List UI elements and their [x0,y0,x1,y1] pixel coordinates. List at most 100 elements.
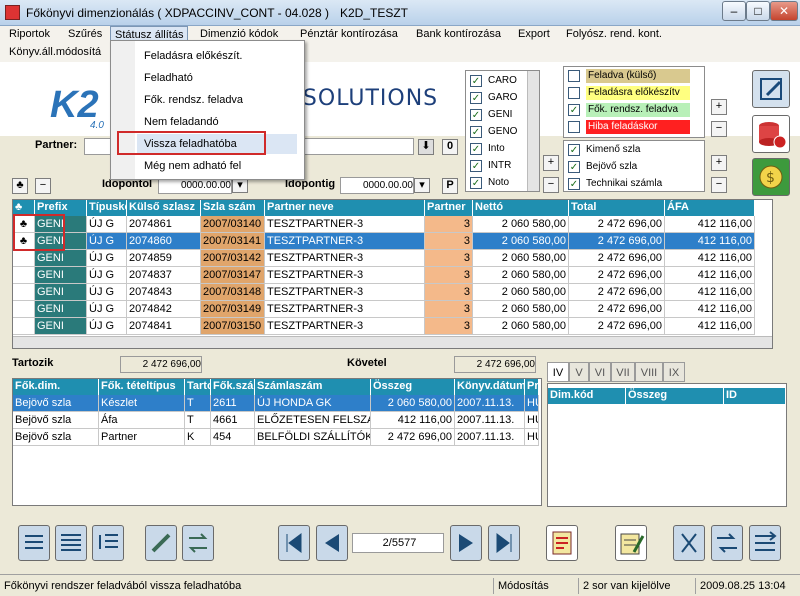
column-header[interactable]: Nettó [473,200,569,216]
table-cell[interactable]: BELFÖLDI SZÁLLÍTÓK [255,429,371,446]
table-cell[interactable]: TESZTPARTNER-3 [265,284,425,301]
table-cell[interactable]: 4661 [211,412,255,429]
menu-export[interactable]: Export [514,26,554,43]
close-button[interactable]: ✕ [770,1,798,21]
table-cell[interactable]: HU [525,395,539,412]
edit-note-button[interactable] [752,70,790,108]
first-page-button[interactable] [278,525,310,561]
prefix-list-scrollbar[interactable] [527,71,539,191]
prefix-checkbox[interactable]: ✓ [470,160,482,172]
document-edit-button[interactable] [615,525,647,561]
type-add-button[interactable]: + [543,155,559,171]
table-cell[interactable]: 2074859 [127,250,201,267]
table-cell[interactable]: 2 060 580,00 [473,318,569,335]
merge-button[interactable] [749,525,781,561]
next-page-button[interactable] [450,525,482,561]
table-cell[interactable]: Bejövő szla [13,412,99,429]
prefix-checkbox[interactable]: ✓ [470,143,482,155]
table-cell[interactable]: 412 116,00 [665,284,755,301]
minimize-button[interactable]: – [722,1,746,21]
column-header[interactable]: Összeg [626,388,724,404]
table-cell[interactable]: ÚJ G [87,301,127,318]
p-button[interactable]: P [442,178,458,194]
partner-lookup-button[interactable]: ⬇ [418,139,434,155]
column-header[interactable]: Dim.kód [548,388,626,404]
date-to-input[interactable] [340,177,414,194]
tab-dimension-ix[interactable]: IX [663,362,685,382]
table-cell[interactable]: 2007/03148 [201,284,265,301]
column-header[interactable]: ID [724,388,786,404]
prefix-checkbox[interactable]: ✓ [470,126,482,138]
row-selector-icon[interactable] [13,284,35,301]
menu-konyv-all-modositas[interactable]: Könyv.áll.módosítá [5,44,105,61]
table-cell[interactable]: 2611 [211,395,255,412]
menu-item-nem-feladando[interactable]: Nem feladandó [144,112,219,132]
table-cell[interactable]: 3 [425,318,473,335]
table-cell[interactable]: 2074841 [127,318,201,335]
table-cell[interactable]: 3 [425,267,473,284]
column-header[interactable]: ÁFA [665,200,755,216]
maximize-button[interactable]: □ [746,1,770,21]
table-cell[interactable]: 2007/03142 [201,250,265,267]
column-header[interactable]: Típusko [87,200,127,216]
table-cell[interactable]: 454 [211,429,255,446]
tools-button[interactable] [145,525,177,561]
table-cell[interactable]: 412 116,00 [371,412,455,429]
table-cell[interactable]: 2 060 580,00 [473,301,569,318]
table-cell[interactable]: ÚJ G [87,284,127,301]
column-header[interactable]: Partner neve [265,200,425,216]
type-checkbox[interactable]: ✓ [568,161,580,173]
table-cell[interactable]: 412 116,00 [665,233,755,250]
table-cell[interactable]: 2007/03141 [201,233,265,250]
column-header[interactable]: Fők. tételtípus [99,379,185,395]
table-cell[interactable]: T [185,395,211,412]
table-cell[interactable]: TESZTPARTNER-3 [265,301,425,318]
table-cell[interactable]: TESZTPARTNER-3 [265,250,425,267]
table-cell[interactable]: 3 [425,284,473,301]
table-cell[interactable]: ÚJ G [87,250,127,267]
menu-item-feladasra-elokeszit[interactable]: Feladásra előkészít. [144,46,242,66]
table-cell[interactable]: TESZTPARTNER-3 [265,233,425,250]
table-cell[interactable]: 2007.11.13. [455,412,525,429]
table-cell[interactable]: Bejövő szla [13,395,99,412]
table-cell[interactable]: 2 472 696,00 [569,284,665,301]
table-cell[interactable]: 2074860 [127,233,201,250]
column-header[interactable]: Fők.szá [211,379,255,395]
page-indicator[interactable] [352,533,444,553]
prev-page-button[interactable] [316,525,348,561]
type-remove-button-right[interactable]: − [711,177,727,193]
column-header[interactable]: Könyv.dátum [455,379,525,395]
table-cell[interactable]: 2074843 [127,284,201,301]
type-checkbox[interactable]: ✓ [568,178,580,190]
column-header[interactable]: Total [569,200,665,216]
column-header[interactable]: Szla szám [201,200,265,216]
database-export-button[interactable] [752,115,790,153]
table-cell[interactable]: 3 [425,250,473,267]
collapse-button[interactable]: − [35,178,51,194]
table-cell[interactable]: 2007/03140 [201,216,265,233]
table-cell[interactable]: 2074837 [127,267,201,284]
table-cell[interactable]: TESZTPARTNER-3 [265,318,425,335]
dimension-tool-button[interactable] [673,525,705,561]
menu-item-fok-rendsz-feladva[interactable]: Fők. rendsz. feladva [144,90,243,110]
menu-szures[interactable]: Szűrés [64,26,106,43]
table-cell[interactable]: T [185,412,211,429]
column-header[interactable]: Tarto [185,379,211,395]
table-cell[interactable]: 412 116,00 [665,216,755,233]
menu-penztar-kontirozasa[interactable]: Pénztár kontírozása [296,26,402,43]
table-cell[interactable]: 2 472 696,00 [569,233,665,250]
table-cell[interactable]: 412 116,00 [665,250,755,267]
type-checkbox[interactable]: ✓ [568,144,580,156]
table-cell[interactable]: 2074842 [127,301,201,318]
tab-dimension-v[interactable]: V [569,362,589,382]
date-from-dropdown[interactable]: ▾ [232,178,248,193]
column-header[interactable]: Pr [525,379,539,395]
table-cell[interactable]: 2 472 696,00 [569,301,665,318]
menu-bank-kontirozasa[interactable]: Bank kontírozása [412,26,505,43]
status-add-button[interactable]: + [711,99,727,115]
detail-view-button[interactable] [92,525,124,561]
table-cell[interactable]: 2 472 696,00 [371,429,455,446]
table-cell[interactable]: HU [525,412,539,429]
menu-riportok[interactable]: Riportok [5,26,54,43]
table-cell[interactable]: Bejövő szla [13,429,99,446]
